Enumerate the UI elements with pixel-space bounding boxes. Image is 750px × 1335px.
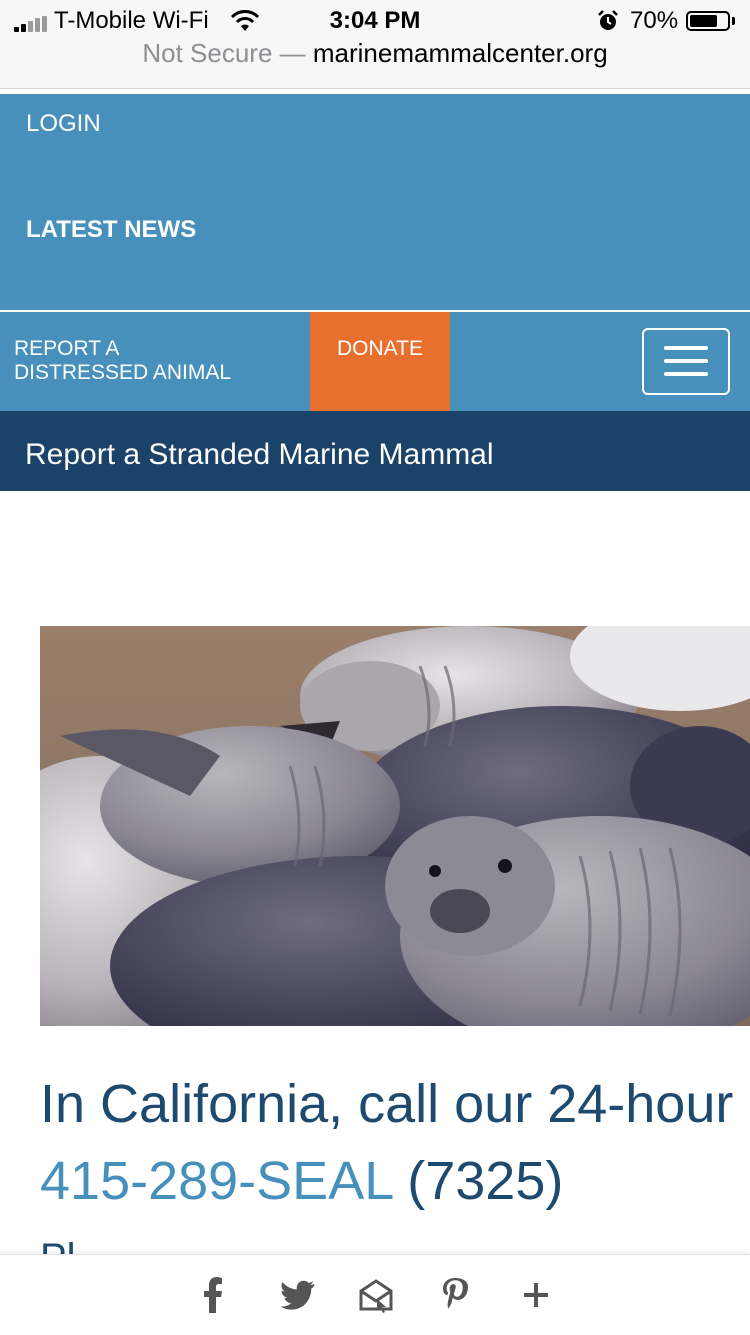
phone-number-link[interactable]: 415-289-SEAL — [40, 1151, 392, 1211]
action-bar: REPORT A DISTRESSED ANIMAL DONATE — [0, 312, 750, 411]
report-distressed-animal-link[interactable]: REPORT A DISTRESSED ANIMAL — [14, 337, 294, 385]
share-bar — [0, 1254, 750, 1335]
more-icon[interactable] — [523, 1277, 549, 1313]
battery-icon — [686, 11, 730, 31]
email-icon[interactable] — [358, 1277, 394, 1313]
section-title: Report a Stranded Marine Mammal — [25, 438, 494, 471]
address-bar[interactable]: Not Secure — marinemammalcenter.org — [0, 38, 750, 69]
report-line-2: DISTRESSED ANIMAL — [14, 361, 232, 384]
donate-button[interactable]: DONATE — [310, 312, 450, 411]
phone-line: 415-289-SEAL (7325) — [40, 1150, 563, 1212]
battery-percentage: 70% — [630, 7, 679, 34]
url-domain: marinemammalcenter.org — [312, 38, 608, 68]
call-instructions: In California, call our 24-hour — [40, 1074, 734, 1134]
pinterest-icon[interactable] — [441, 1277, 469, 1313]
alarm-icon — [598, 10, 618, 30]
latest-news-link[interactable]: LATEST NEWS — [26, 216, 196, 244]
report-line-1: REPORT A — [14, 337, 120, 360]
elephant-seals-photo — [40, 626, 750, 1026]
facebook-icon[interactable] — [202, 1277, 224, 1313]
twitter-icon[interactable] — [281, 1277, 315, 1313]
status-bar: T-Mobile Wi-Fi 3:04 PM 70% — [0, 6, 750, 36]
login-link[interactable]: LOGIN — [26, 110, 101, 138]
top-navigation: LOGIN LATEST NEWS — [0, 94, 750, 310]
security-warning: Not Secure — — [142, 38, 306, 68]
phone-number-digits: (7325) — [392, 1151, 564, 1211]
hamburger-menu-button[interactable] — [642, 328, 730, 395]
hamburger-icon — [664, 346, 708, 350]
browser-chrome: T-Mobile Wi-Fi 3:04 PM 70% Not Secure — … — [0, 0, 750, 89]
section-header: Report a Stranded Marine Mammal — [0, 411, 750, 491]
